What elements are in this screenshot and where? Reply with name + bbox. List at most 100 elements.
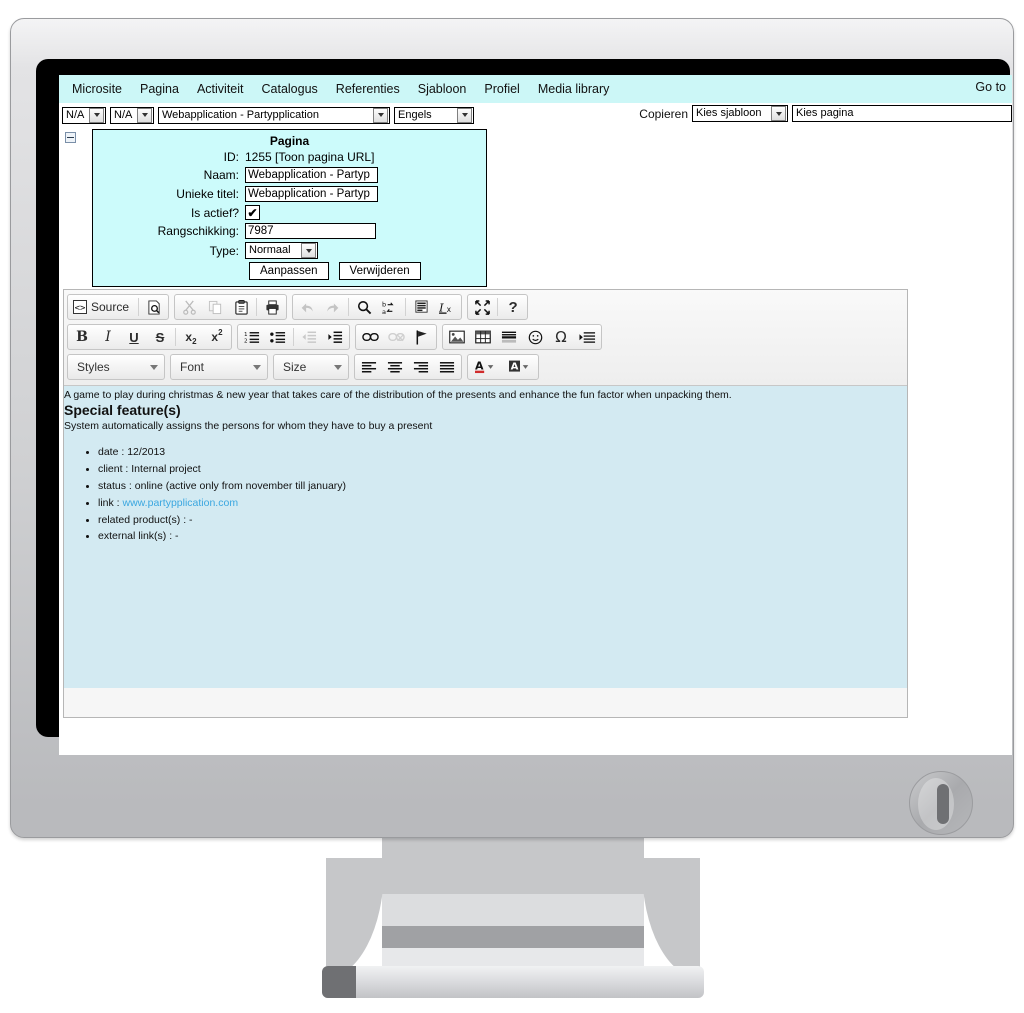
form-row-id: ID: 1255 [Toon pagina URL] — [99, 150, 480, 164]
page-select-value: Webapplication - Partypplication — [162, 108, 319, 121]
font-combo[interactable]: Font — [170, 354, 268, 380]
unlink-icon[interactable] — [383, 325, 409, 349]
text-color-icon[interactable]: A — [469, 355, 503, 379]
indent-icon[interactable] — [322, 325, 348, 349]
chevron-down-icon — [301, 243, 316, 258]
divider — [497, 298, 499, 316]
outdent-icon[interactable] — [296, 325, 322, 349]
content-external-link[interactable]: www.partypplication.com — [123, 497, 239, 509]
strikethrough-button[interactable]: S — [147, 325, 173, 349]
is-actief-label: Is actief? — [190, 205, 239, 220]
toolbar-group-document: <> Source — [67, 294, 170, 320]
site-select[interactable]: N/A — [62, 106, 106, 124]
special-character-icon[interactable]: Ω — [548, 325, 574, 349]
bulleted-list-icon[interactable] — [265, 325, 291, 349]
divider — [348, 298, 350, 316]
toolbar-group-history: ba Ix — [292, 294, 463, 320]
select-all-icon[interactable] — [408, 295, 434, 319]
undo-icon[interactable] — [294, 295, 320, 319]
save-button[interactable]: Aanpassen — [249, 262, 329, 280]
toolbar-group-insert: Ω — [442, 324, 602, 350]
bold-button[interactable]: B — [69, 325, 95, 349]
type-select[interactable]: Normaal — [245, 242, 318, 259]
section-select-value: N/A — [114, 108, 133, 121]
align-right-icon[interactable] — [408, 355, 434, 379]
copy-icon[interactable] — [202, 295, 228, 319]
preview-icon[interactable] — [141, 295, 167, 319]
image-icon[interactable] — [444, 325, 470, 349]
background-color-icon[interactable]: A — [503, 355, 537, 379]
nav-item-profiel[interactable]: Profiel — [475, 80, 528, 98]
editor-toolbar-row-1: <> Source b a I x ? — [67, 294, 904, 320]
rangschikking-input[interactable]: 7987 — [245, 223, 376, 239]
section-select[interactable]: N/A — [110, 106, 154, 124]
template-select[interactable]: Kies sjabloon — [692, 105, 788, 122]
chevron-down-icon — [89, 107, 104, 123]
align-left-icon[interactable] — [356, 355, 382, 379]
page-select[interactable]: Webapplication - Partypplication — [158, 106, 390, 124]
language-select-value: Engels — [398, 108, 432, 121]
list-item: external link(s) : - — [98, 530, 902, 543]
unieke-titel-label: Unieke titel: — [176, 187, 239, 201]
language-select[interactable]: Engels — [394, 106, 474, 124]
find-icon[interactable] — [351, 295, 377, 319]
align-center-icon[interactable] — [382, 355, 408, 379]
form-buttons: Aanpassen Verwijderen — [249, 262, 480, 280]
editor-toolbar-row-2: B I U S x2 x2 12 Ω — [67, 324, 904, 350]
divider — [405, 298, 407, 316]
maximize-icon[interactable] — [469, 295, 495, 319]
size-combo-label: Size — [283, 360, 307, 374]
nav-item-microsite[interactable]: Microsite — [63, 80, 131, 98]
delete-button[interactable]: Verwijderen — [338, 262, 421, 280]
justify-icon[interactable] — [434, 355, 460, 379]
top-navigation: Microsite Pagina Activiteit Catalogus Re… — [59, 75, 1012, 103]
superscript-button[interactable]: x2 — [204, 325, 230, 349]
chevron-down-icon — [334, 364, 342, 370]
page-search-input[interactable]: Kies pagina — [792, 105, 1012, 122]
subscript-button[interactable]: x2 — [178, 325, 204, 349]
size-combo[interactable]: Size — [273, 354, 349, 380]
naam-input[interactable]: Webapplication - Partyp — [245, 167, 378, 183]
redo-icon[interactable] — [320, 295, 346, 319]
nav-item-referenties[interactable]: Referenties — [327, 80, 409, 98]
cut-icon[interactable] — [176, 295, 202, 319]
replace-icon[interactable]: ba — [377, 295, 403, 319]
site-select-value: N/A — [66, 108, 85, 121]
toolbar-group-align — [354, 354, 462, 380]
svg-text:1: 1 — [244, 332, 248, 338]
nav-item-media-library[interactable]: Media library — [529, 80, 619, 98]
is-actief-checkbox[interactable]: ✔ — [245, 205, 260, 220]
nav-item-activiteit[interactable]: Activiteit — [188, 80, 253, 98]
stand-segment-dark — [382, 926, 644, 948]
naam-label: Naam: — [203, 168, 239, 182]
styles-combo[interactable]: Styles — [67, 354, 165, 380]
underline-button[interactable]: U — [121, 325, 147, 349]
horizontal-rule-icon[interactable] — [496, 325, 522, 349]
print-icon[interactable] — [259, 295, 285, 319]
power-button[interactable] — [909, 771, 973, 835]
source-button[interactable]: <> Source — [69, 295, 136, 319]
stand-flare-right — [642, 858, 700, 978]
page-break-icon[interactable] — [574, 325, 600, 349]
table-icon[interactable] — [470, 325, 496, 349]
paste-icon[interactable] — [228, 295, 254, 319]
remove-format-icon[interactable]: Ix — [434, 295, 460, 319]
smiley-icon[interactable] — [522, 325, 548, 349]
nav-item-catalogus[interactable]: Catalogus — [253, 80, 327, 98]
divider — [175, 328, 176, 346]
editor-content-area[interactable]: A game to play during christmas & new ye… — [64, 386, 907, 688]
link-icon[interactable] — [357, 325, 383, 349]
id-value[interactable]: 1255 [Toon pagina URL] — [245, 150, 374, 164]
stand-segment-top — [382, 838, 644, 894]
monitor-body: Microsite Pagina Activiteit Catalogus Re… — [10, 18, 1014, 838]
numbered-list-icon[interactable]: 12 — [239, 325, 265, 349]
unieke-titel-input[interactable]: Webapplication - Partyp — [245, 186, 378, 202]
about-icon[interactable]: ? — [500, 295, 526, 319]
nav-item-pagina[interactable]: Pagina — [131, 80, 188, 98]
collapse-minus-icon[interactable] — [65, 132, 76, 143]
anchor-icon[interactable] — [409, 325, 435, 349]
nav-item-sjabloon[interactable]: Sjabloon — [409, 80, 476, 98]
goto-link[interactable]: Go to — [975, 80, 1006, 94]
italic-button[interactable]: I — [95, 325, 121, 349]
toolbar-group-basic-styles: B I U S x2 x2 — [67, 324, 232, 350]
